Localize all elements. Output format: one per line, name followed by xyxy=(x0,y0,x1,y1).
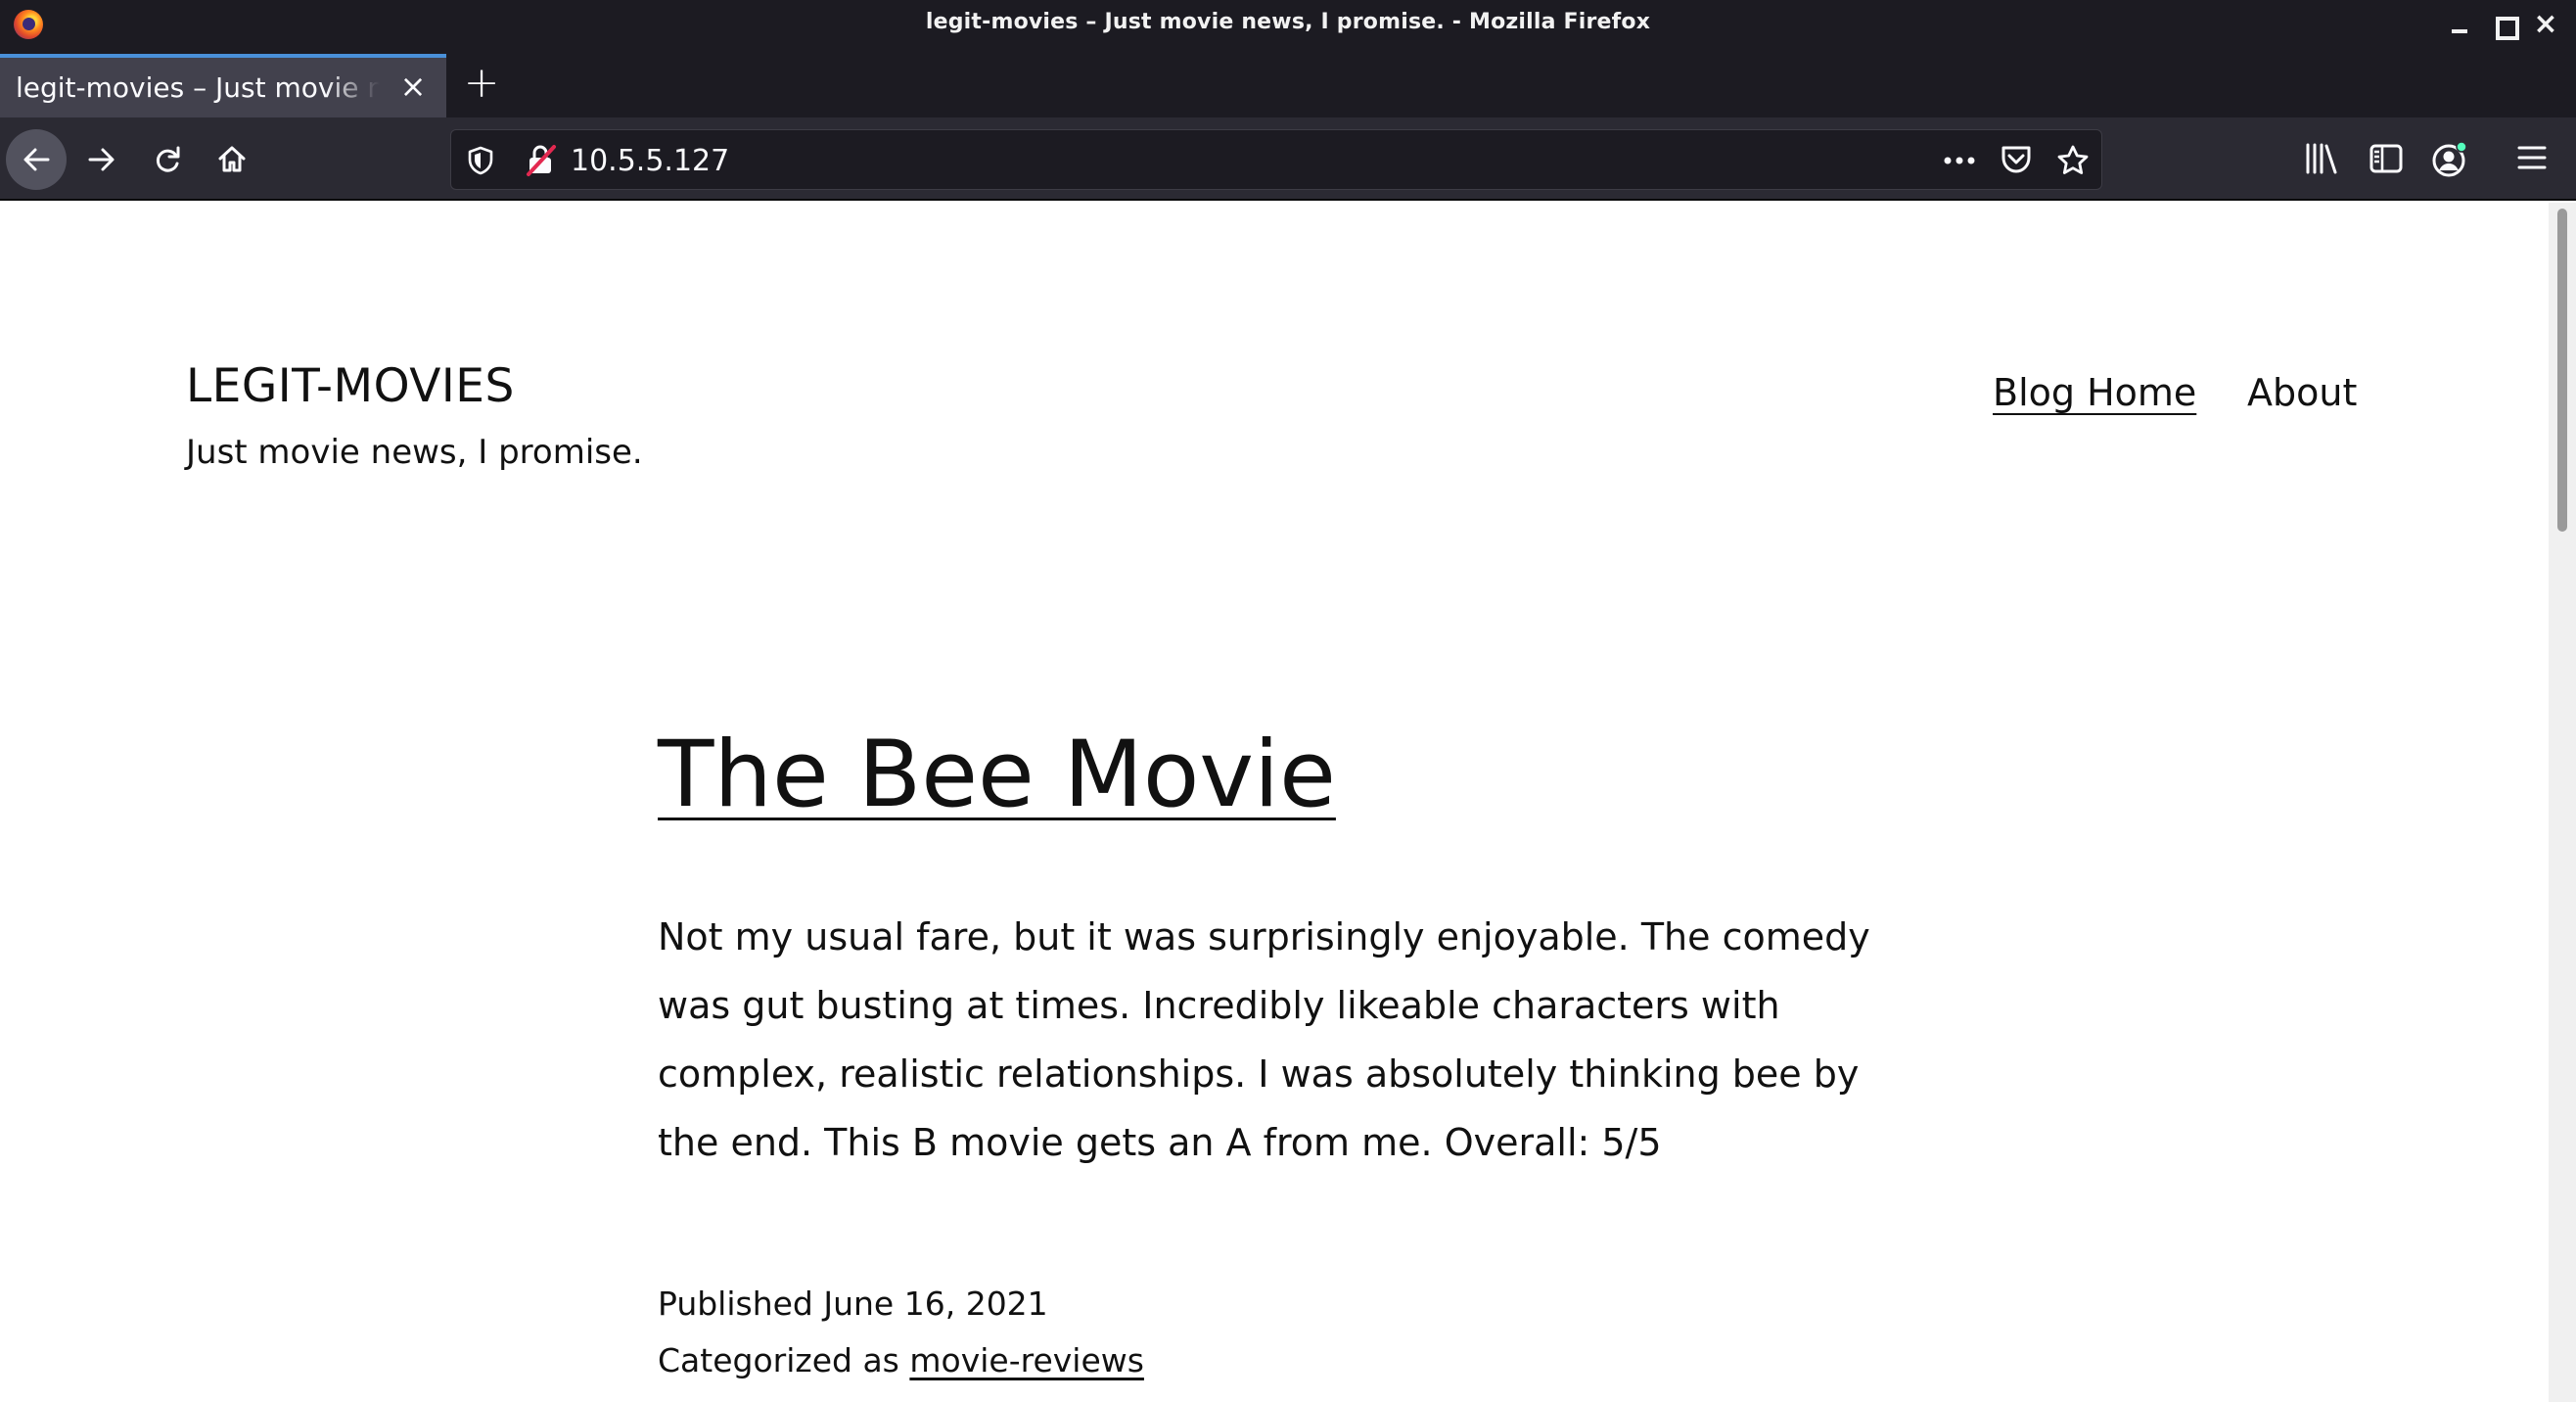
sidebar-icon[interactable] xyxy=(2369,141,2404,176)
maximize-icon[interactable] xyxy=(2487,8,2520,41)
scrollbar-thumb[interactable] xyxy=(2557,209,2567,532)
minimize-icon[interactable] xyxy=(2443,8,2476,41)
window-titlebar: legit-movies – Just movie news, I promis… xyxy=(0,0,2576,49)
reload-icon xyxy=(156,146,180,172)
post-published-date: Published June 16, 2021 xyxy=(658,1285,1048,1323)
url-bar[interactable]: 10.5.5.127 xyxy=(450,129,2102,190)
window-title: legit-movies – Just movie news, I promis… xyxy=(925,10,1651,34)
insecure-lock-icon[interactable] xyxy=(526,144,557,177)
back-icon xyxy=(23,148,50,171)
site-tagline: Just movie news, I promise. xyxy=(186,433,643,472)
post-category-label: Categorized as xyxy=(658,1341,899,1379)
forward-icon xyxy=(88,148,115,171)
post-category-line: Categorized as movie-reviews xyxy=(658,1341,1144,1379)
post-body: Not my usual fare, but it was surprising… xyxy=(658,915,1870,1164)
post-category-link[interactable]: movie-reviews xyxy=(909,1341,1144,1379)
page-scrollbar[interactable] xyxy=(2549,203,2576,1402)
library-icon[interactable] xyxy=(2304,141,2339,176)
tracking-shield-icon[interactable] xyxy=(467,146,494,175)
more-icon[interactable] xyxy=(1943,146,1976,175)
nav-link-about[interactable]: About xyxy=(2247,371,2357,414)
tab-title: legit-movies – Just movie news, I promis… xyxy=(16,71,380,104)
forward-button[interactable] xyxy=(71,129,132,190)
post-title-link[interactable]: The Bee Movie xyxy=(658,722,1336,828)
account-icon[interactable] xyxy=(2431,141,2468,178)
back-button[interactable] xyxy=(6,129,67,190)
nav-link-blog-home[interactable]: Blog Home xyxy=(1993,371,2196,414)
hamburger-menu-icon[interactable] xyxy=(2515,141,2549,174)
navigation-toolbar: 10.5.5.127 xyxy=(0,117,2576,201)
home-button[interactable] xyxy=(202,129,262,190)
new-tab-icon[interactable]: + xyxy=(462,59,501,108)
reload-button[interactable] xyxy=(137,129,198,190)
home-icon xyxy=(218,146,246,172)
bookmark-star-icon[interactable] xyxy=(2056,144,2090,177)
tab-active[interactable]: legit-movies – Just movie news, I promis… xyxy=(0,54,446,117)
site-title[interactable]: LEGIT-MOVIES xyxy=(186,359,515,413)
tab-strip: legit-movies – Just movie news, I promis… xyxy=(0,49,2576,117)
tab-close-icon[interactable]: × xyxy=(397,69,429,104)
page-content: LEGIT-MOVIES Just movie news, I promise.… xyxy=(0,203,2549,1402)
url-text[interactable]: 10.5.5.127 xyxy=(571,144,729,178)
close-icon[interactable]: × xyxy=(2529,8,2562,41)
pocket-icon[interactable] xyxy=(2000,144,2033,175)
